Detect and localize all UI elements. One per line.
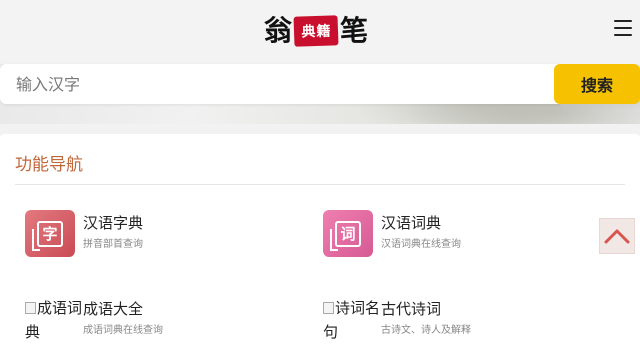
nav-item-desc: 成语词典在线查询 <box>83 325 163 336</box>
feature-nav-panel: 功能导航 字 汉语字典 拼音部首查询 词 汉语词典 汉语词典在线查询 成语词典 … <box>0 134 640 360</box>
search-input[interactable] <box>0 64 560 104</box>
nav-item-name: 汉语词典 <box>381 214 442 232</box>
nav-item-name: 古代诗词 <box>381 300 442 318</box>
ci-word-icon: 词 <box>323 210 373 257</box>
nav-item-desc: 拼音部首查询 <box>83 239 143 250</box>
logo-seal: 典 籍 <box>293 15 339 47</box>
nav-item-dictionary[interactable]: 字 汉语字典 拼音部首查询 <box>25 210 245 260</box>
nav-item-name: 成语大全 <box>83 300 144 318</box>
zi-glyph: 字 <box>32 220 63 251</box>
nav-item-desc: 古诗文、诗人及解释 <box>381 325 471 336</box>
logo-seal-char-1: 典 <box>301 24 316 41</box>
logo-char-left: 翁 <box>264 14 293 47</box>
site-logo[interactable]: 翁 典 籍 笔 <box>264 14 368 48</box>
chevron-up-icon <box>604 229 630 244</box>
search-button[interactable]: 搜索 <box>554 64 640 104</box>
nav-item-poetry[interactable]: 诗词名句 古代诗词 古诗文、诗人及解释 <box>323 296 543 346</box>
ci-glyph: 词 <box>330 220 361 251</box>
logo-char-right: 笔 <box>340 14 369 47</box>
broken-image-icon: 成语词典 <box>25 296 83 344</box>
panel-title: 功能导航 <box>15 155 83 175</box>
panel-divider <box>15 184 625 185</box>
zi-character-icon: 字 <box>25 210 75 257</box>
header: 翁 典 籍 笔 <box>0 0 640 64</box>
nav-item-word-dictionary[interactable]: 词 汉语词典 汉语词典在线查询 <box>323 210 543 260</box>
broken-image-icon: 诗词名句 <box>323 296 381 344</box>
logo-seal-char-2: 籍 <box>316 23 331 40</box>
hamburger-menu-icon[interactable] <box>614 20 632 36</box>
back-to-top-button[interactable] <box>599 218 635 254</box>
nav-item-name: 汉语字典 <box>83 214 144 232</box>
nav-item-idioms[interactable]: 成语词典 成语大全 成语词典在线查询 <box>25 296 245 346</box>
nav-item-desc: 汉语词典在线查询 <box>381 239 461 250</box>
